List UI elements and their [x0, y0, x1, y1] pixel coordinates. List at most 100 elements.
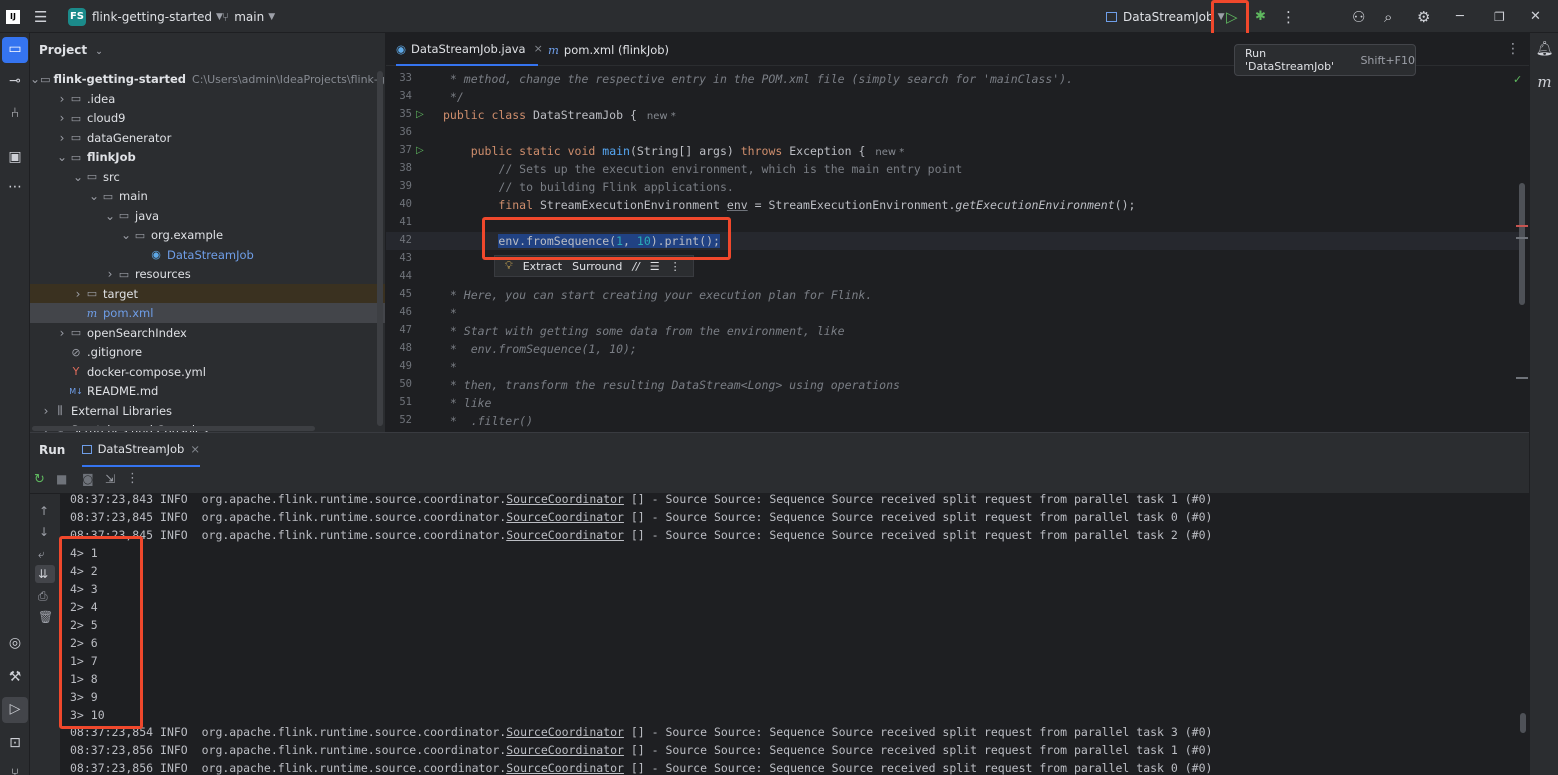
project-panel-title[interactable]: Project ⌄: [39, 43, 103, 57]
code-line[interactable]: * like: [443, 394, 492, 412]
scroll-to-end-icon[interactable]: ⇊: [38, 567, 48, 581]
vertical-dots-icon[interactable]: ⋮: [1506, 41, 1520, 57]
code-line[interactable]: * Here, you can start creating your exec…: [443, 286, 872, 304]
code-line[interactable]: * then, transform the resulting DataStre…: [443, 376, 900, 394]
close-icon[interactable]: ×: [190, 442, 200, 456]
tab-pom-xml[interactable]: m pom.xml (flinkJob): [548, 33, 698, 66]
code-line[interactable]: *: [443, 304, 457, 322]
tree-item[interactable]: ⌄ ▭ java: [30, 206, 385, 226]
branch-switcher[interactable]: ⑂ main ▼: [222, 0, 275, 33]
run-gutter-icon[interactable]: ▷: [416, 109, 424, 120]
tree-item[interactable]: ⊘ .gitignore: [30, 342, 385, 362]
more-tools-icon[interactable]: ⋯: [0, 179, 30, 195]
rerun-icon[interactable]: ↻: [34, 472, 45, 487]
code-line[interactable]: public class DataStreamJob {new *: [443, 106, 676, 124]
tree-item[interactable]: ◉ DataStreamJob: [30, 245, 385, 265]
code-line[interactable]: * .filter(): [443, 412, 533, 430]
chevron-right-icon[interactable]: ›: [56, 92, 68, 106]
chevron-right-icon[interactable]: ›: [104, 267, 116, 281]
run-gutter-icon[interactable]: ▷: [416, 145, 424, 156]
tree-item[interactable]: › ▭ resources: [30, 264, 385, 284]
tab-datastreamjob[interactable]: ◉ DataStreamJob.java ×: [396, 33, 543, 66]
commit-icon[interactable]: ⊸: [0, 73, 30, 89]
notifications-icon[interactable]: 🔔︎: [1530, 41, 1558, 57]
tree-item[interactable]: › ▭ openSearchIndex: [30, 323, 385, 343]
minimize-icon[interactable]: ─: [1456, 0, 1476, 33]
tree-item[interactable]: m pom.xml: [30, 303, 385, 323]
add-user-icon[interactable]: ⚇: [1352, 0, 1372, 33]
bug-icon[interactable]: ✱: [1255, 0, 1275, 33]
project-scrollbar[interactable]: [377, 71, 383, 426]
chevron-down-icon[interactable]: ⌄: [120, 228, 132, 242]
project-switcher[interactable]: FS flink-getting-started ▼: [68, 0, 223, 33]
format-icon[interactable]: ☰: [650, 260, 660, 273]
run-tool-icon[interactable]: ▷: [0, 701, 30, 717]
camera-icon[interactable]: ◙: [82, 472, 94, 486]
services-icon[interactable]: ◎: [0, 635, 30, 651]
chevron-right-icon[interactable]: ›: [56, 326, 68, 340]
vertical-dots-icon[interactable]: ⋮: [126, 471, 139, 486]
tree-item[interactable]: ⌄ ▭ flink-getting-started C:\Users\admin\Id…: [30, 69, 385, 89]
project-hscrollbar[interactable]: [32, 426, 315, 431]
hamburger-icon[interactable]: ☰: [34, 0, 54, 33]
code-line[interactable]: // to building Flink applications.: [443, 178, 733, 196]
maximize-icon[interactable]: ❐: [1494, 0, 1514, 33]
search-icon[interactable]: ⌕: [1384, 0, 1404, 33]
tree-item[interactable]: ⌄ ▭ main: [30, 186, 385, 206]
intellij-icon[interactable]: IJ: [6, 0, 20, 33]
tree-item[interactable]: › ▭ cloud9: [30, 108, 385, 128]
code-line[interactable]: *: [443, 358, 457, 376]
tree-item[interactable]: › ▭ .idea: [30, 89, 385, 109]
close-icon[interactable]: ✕: [1530, 0, 1550, 33]
tree-item[interactable]: ⌄ ▭ src: [30, 167, 385, 187]
code-line[interactable]: public static void main(String[] args) t…: [443, 142, 905, 160]
chevron-down-icon[interactable]: ⌄: [88, 189, 100, 203]
code-line[interactable]: * Start with getting some data from the …: [443, 322, 845, 340]
project-tool-icon[interactable]: ▭: [0, 41, 30, 57]
maven-icon[interactable]: m: [1530, 73, 1558, 91]
arrow-down-icon[interactable]: ↓: [39, 525, 49, 539]
pull-request-icon[interactable]: ⑃: [0, 105, 30, 121]
tree-item[interactable]: › ⫼ External Libraries: [30, 401, 385, 421]
restore-layout-icon[interactable]: ⇲: [105, 472, 115, 486]
chevron-down-icon[interactable]: ⌄: [30, 72, 40, 86]
chevron-right-icon[interactable]: ›: [40, 404, 52, 418]
tree-item[interactable]: ⌄ ▭ org.example: [30, 225, 385, 245]
chevron-right-icon[interactable]: ›: [56, 111, 68, 125]
vertical-dots-icon[interactable]: ⋮: [1281, 0, 1301, 33]
extract-action[interactable]: Extract: [523, 260, 562, 273]
chevron-right-icon[interactable]: ›: [56, 131, 68, 145]
close-icon[interactable]: ×: [534, 42, 543, 55]
code-line[interactable]: */: [443, 88, 464, 106]
code-line[interactable]: * env.fromSequence(1, 10);: [443, 340, 637, 358]
lightbulb-icon[interactable]: 💡︎: [505, 259, 513, 273]
git-icon[interactable]: ⑂: [0, 766, 30, 775]
code-line[interactable]: // Sets up the execution environment, wh…: [443, 160, 962, 178]
trash-icon[interactable]: 🗑︎: [38, 610, 53, 624]
chevron-right-icon[interactable]: ›: [72, 287, 84, 301]
tab-run-datastreamjob[interactable]: DataStreamJob ×: [82, 433, 200, 467]
stop-icon[interactable]: ■: [56, 472, 67, 486]
tree-item[interactable]: › ▭ dataGenerator: [30, 128, 385, 148]
run-config-selector[interactable]: DataStreamJob ▼: [1106, 0, 1225, 33]
editor-scrollbar[interactable]: [1519, 183, 1525, 305]
console-scrollbar[interactable]: [1520, 713, 1526, 733]
soft-wrap-icon[interactable]: ⤶: [38, 547, 45, 562]
gear-icon[interactable]: ⚙: [1417, 0, 1437, 33]
arrow-up-icon[interactable]: ↑: [39, 504, 49, 518]
chevron-down-icon[interactable]: ⌄: [72, 170, 84, 184]
tree-item[interactable]: › ▭ target: [30, 283, 385, 304]
code-line[interactable]: final StreamExecutionEnvironment env = S…: [443, 196, 1135, 214]
code-line[interactable]: * method, change the respective entry in…: [443, 70, 1073, 88]
structure-icon[interactable]: ▣: [0, 149, 30, 165]
comment-action[interactable]: //: [632, 260, 639, 273]
tree-item[interactable]: ⌄ ▭ flinkJob: [30, 147, 385, 167]
chevron-down-icon[interactable]: ⌄: [56, 150, 68, 164]
tree-item[interactable]: Ydocker-compose.yml: [30, 362, 385, 382]
vertical-dots-icon[interactable]: ⋮: [670, 260, 681, 273]
surround-action[interactable]: Surround: [572, 260, 622, 273]
print-icon[interactable]: ⎙: [38, 589, 48, 604]
chevron-down-icon[interactable]: ⌄: [104, 209, 116, 223]
tree-item[interactable]: M↓ README.md: [30, 381, 385, 401]
build-icon[interactable]: ⚒: [0, 669, 30, 685]
